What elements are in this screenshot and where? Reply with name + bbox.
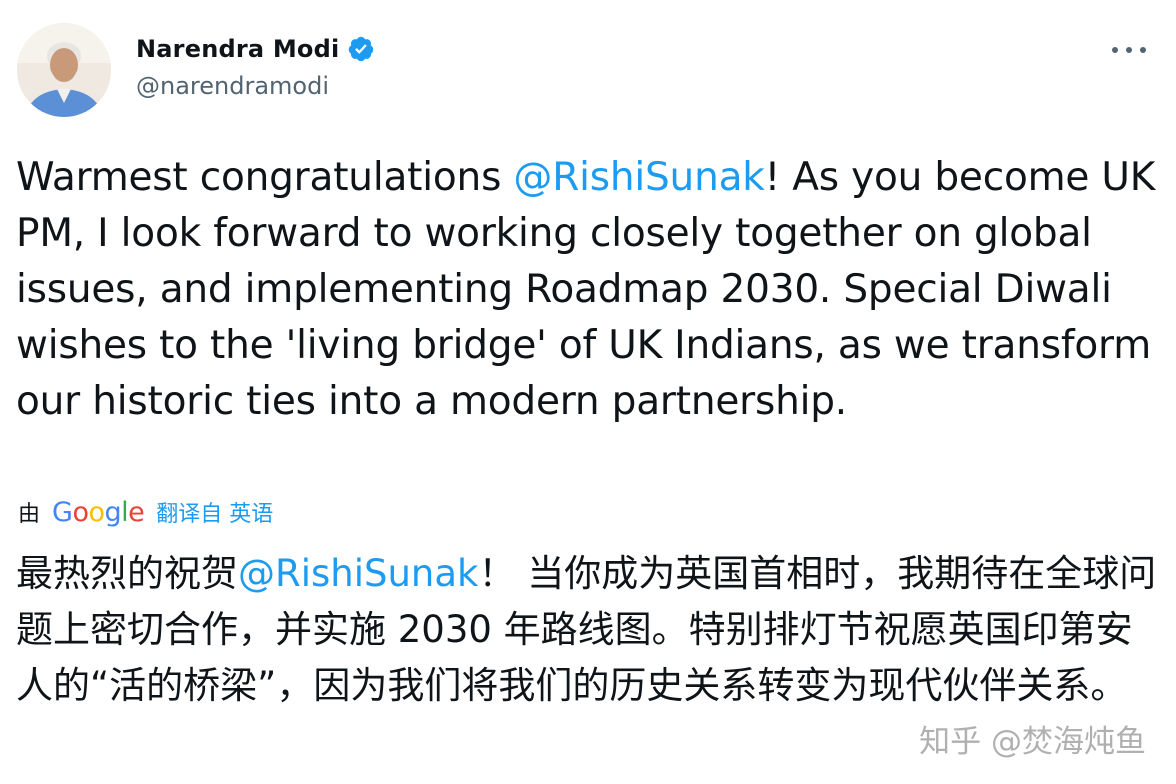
- translated-text-intro: 最热烈的祝贺: [16, 552, 238, 595]
- google-logo: Google: [52, 496, 145, 528]
- tweet-text: Warmest congratulations @RishiSunak! As …: [16, 150, 1166, 430]
- author-display-name[interactable]: Narendra Modi: [136, 35, 339, 63]
- author-handle[interactable]: @narendramodi: [136, 72, 329, 100]
- mention-link[interactable]: @RishiSunak: [513, 155, 764, 200]
- translated-mention-link[interactable]: @RishiSunak: [238, 552, 478, 595]
- translated-by-label: 由: [18, 502, 41, 527]
- more-options-icon[interactable]: [1112, 40, 1146, 60]
- translated-tweet-text: 最热烈的祝贺@RishiSunak！ 当你成为英国首相时，我期待在全球问题上密切…: [16, 546, 1166, 714]
- watermark: 知乎 @焚海炖鱼: [919, 724, 1146, 760]
- verified-badge-icon: [347, 35, 375, 63]
- more-dot-icon: [1140, 47, 1146, 53]
- author-name-row: Narendra Modi: [136, 30, 375, 68]
- more-dot-icon: [1112, 47, 1118, 53]
- tweet-text-intro: Warmest congratulations: [16, 155, 514, 200]
- more-dot-icon: [1126, 47, 1132, 53]
- tweet-card: Narendra Modi @narendramodi Warmest cong…: [0, 0, 1176, 784]
- author-avatar[interactable]: [17, 23, 111, 117]
- translation-attribution: 由 Google 翻译自 英语: [18, 494, 273, 530]
- translated-from-link[interactable]: 翻译自 英语: [156, 496, 273, 528]
